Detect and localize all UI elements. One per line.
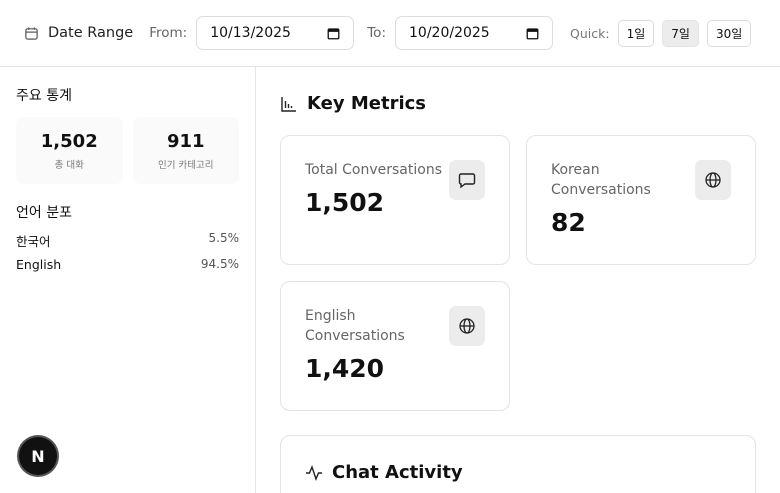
message-icon: [449, 160, 485, 200]
quick-7-day-button[interactable]: 7일: [662, 19, 699, 47]
chat-activity-title: Chat Activity: [332, 462, 463, 483]
stat-category: 911 인기 카테고리: [132, 117, 239, 184]
stats-grid: 1,502 총 대화 911 인기 카테고리: [16, 117, 239, 184]
from-date-input[interactable]: 10/13/2025: [196, 16, 355, 50]
calendar-icon: [24, 26, 39, 41]
date-range-bar: Date Range From: 10/13/2025 To: 10/20/20…: [0, 0, 780, 67]
metric-value: 82: [551, 208, 586, 237]
key-metrics-header: Key Metrics: [280, 93, 426, 114]
calendar-icon[interactable]: [327, 27, 340, 40]
quick-30-day-button[interactable]: 30일: [706, 19, 752, 47]
to-date-input[interactable]: 10/20/2025: [395, 16, 553, 50]
language-name: 한국어: [16, 234, 51, 249]
language-percent: 94.5%: [200, 257, 239, 271]
calendar-icon[interactable]: [526, 27, 539, 40]
metric-value: 1,420: [305, 354, 385, 383]
stat-total: 1,502 총 대화: [16, 117, 123, 184]
from-date-value: 10/13/2025: [210, 25, 291, 41]
date-range-title: Date Range: [48, 25, 134, 41]
to-label: To:: [367, 25, 386, 41]
activity-icon: [305, 464, 323, 482]
metric-card-korean: Korean Conversations 82: [526, 135, 756, 265]
stat-caption: 인기 카테고리: [158, 159, 214, 171]
language-percent: 5.5%: [208, 231, 240, 245]
globe-icon: [695, 160, 731, 200]
metric-label: English Conversations: [305, 308, 405, 344]
language-heading: 언어 분포: [16, 205, 72, 221]
nextjs-badge-button[interactable]: N: [19, 437, 57, 475]
stat-value: 1,502: [40, 130, 98, 152]
chat-activity-card: Chat Activity: [280, 435, 756, 493]
language-row: English 94.5%: [16, 257, 239, 272]
stat-caption: 총 대화: [54, 159, 84, 171]
stats-heading: 주요 통계: [16, 88, 72, 104]
bar-chart-icon: [280, 95, 298, 113]
metric-card-total: Total Conversations 1,502: [280, 135, 510, 265]
language-row: 한국어 5.5%: [16, 231, 239, 250]
stat-value: 911: [166, 130, 205, 152]
quick-1-day-button[interactable]: 1일: [617, 19, 655, 47]
metric-card-english: English Conversations 1,420: [280, 281, 510, 411]
sidebar: 주요 통계 1,502 총 대화 911 인기 카테고리 언어 분포 한국어 5…: [0, 67, 256, 493]
metric-value: 1,502: [305, 188, 385, 217]
metric-label: Total Conversations: [305, 162, 442, 178]
main-content: Key Metrics Total Conversations 1,502 Ko…: [256, 67, 780, 493]
metric-label: Korean Conversations: [551, 162, 651, 198]
language-name: English: [16, 257, 62, 272]
from-label: From:: [149, 25, 188, 41]
key-metrics-title: Key Metrics: [307, 93, 426, 114]
quick-label: Quick:: [570, 25, 610, 41]
globe-icon: [449, 306, 485, 346]
chat-activity-header: Chat Activity: [305, 462, 463, 483]
to-date-value: 10/20/2025: [409, 25, 490, 41]
